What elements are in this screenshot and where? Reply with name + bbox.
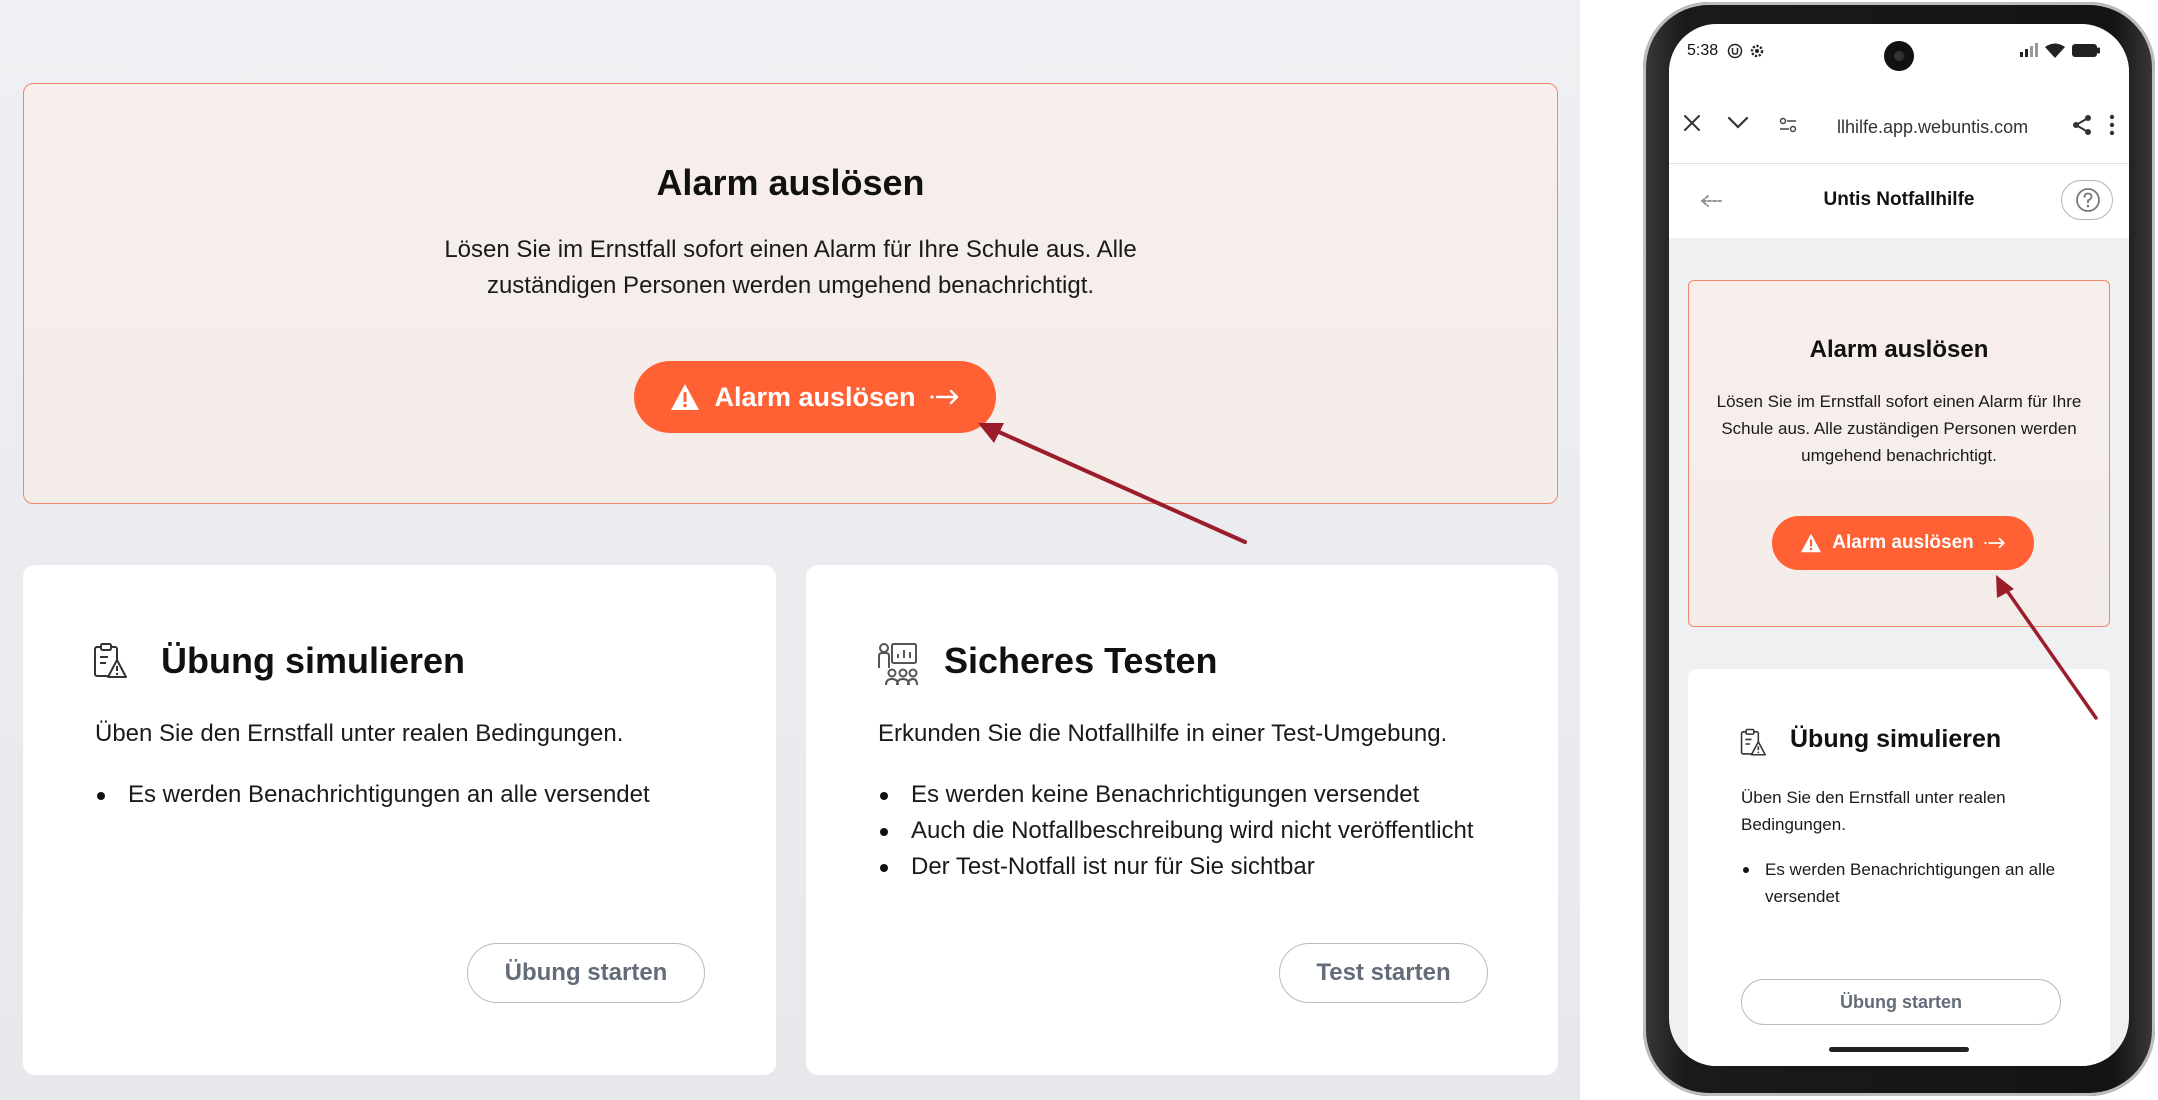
list-item: Auch die Notfallbeschreibung wird nicht …: [878, 813, 1474, 849]
status-bar: 5:38: [1669, 24, 2129, 76]
arrow-right-icon: [1984, 537, 2005, 549]
signal-icon: [2020, 43, 2038, 57]
mobile-simulate-title: Übung simulieren: [1790, 725, 2002, 753]
app-notification-icon: [1727, 43, 1743, 59]
start-exercise-button[interactable]: Übung starten: [467, 943, 705, 1003]
desktop-view: Alarm auslösen Lösen Sie im Ernstfall so…: [0, 0, 1580, 1100]
site-settings-icon[interactable]: [1779, 117, 1797, 133]
list-item: Es werden keine Benachrichtigungen verse…: [878, 777, 1474, 813]
warning-icon: [671, 384, 700, 410]
alarm-card: Alarm auslösen Lösen Sie im Ernstfall so…: [23, 83, 1558, 504]
list-item: Der Test-Notfall ist nur für Sie sichtba…: [878, 849, 1474, 885]
warning-icon: [1801, 533, 1822, 553]
battery-icon: [2072, 44, 2100, 57]
mobile-alarm-card: Alarm auslösen Lösen Sie im Ernstfall so…: [1688, 280, 2110, 627]
mobile-start-exercise-button[interactable]: Übung starten: [1741, 979, 2061, 1025]
clipboard-warning-icon: [1740, 728, 1766, 756]
mobile-alarm-trigger-button[interactable]: Alarm auslösen: [1772, 516, 2034, 570]
mobile-simulate-bullet-list: Es werden Benachrichtigungen an alle ver…: [1741, 856, 2071, 910]
test-description: Erkunden Sie die Notfallhilfe in einer T…: [878, 720, 1448, 747]
phone-frame: 5:38 llhilfe.app.webuntis.com Untis Notf…: [1643, 2, 2155, 1096]
list-item: Es werden Benachrichtigungen an alle ver…: [95, 777, 650, 813]
phone-screen: 5:38 llhilfe.app.webuntis.com Untis Notf…: [1669, 24, 2129, 1066]
app-title: Untis Notfallhilfe: [1823, 189, 1975, 210]
alarm-description: Lösen Sie im Ernstfall sofort einen Alar…: [444, 236, 1137, 299]
chevron-down-icon[interactable]: [1727, 116, 1749, 130]
start-test-button[interactable]: Test starten: [1279, 943, 1488, 1003]
front-camera: [1884, 41, 1914, 71]
simulate-card: Übung simulieren Üben Sie den Ernstfall …: [23, 565, 776, 1075]
simulate-bullet-list: Es werden Benachrichtigungen an alle ver…: [95, 777, 650, 813]
url-text[interactable]: llhilfe.app.webuntis.com: [1837, 117, 2028, 138]
share-icon[interactable]: [2071, 114, 2093, 136]
presentation-people-icon: [878, 643, 918, 686]
browser-toolbar: llhilfe.app.webuntis.com: [1669, 76, 2129, 164]
test-title: Sicheres Testen: [944, 640, 1218, 681]
mobile-alarm-trigger-label: Alarm auslösen: [1832, 532, 1974, 553]
alarm-trigger-label: Alarm auslösen: [714, 381, 916, 412]
help-icon: [2076, 188, 2100, 212]
alarm-title: Alarm auslösen: [656, 162, 925, 203]
mobile-alarm-description: Lösen Sie im Ernstfall sofort einen Alar…: [1716, 392, 2082, 465]
test-bullet-list: Es werden keine Benachrichtigungen verse…: [878, 777, 1474, 885]
simulate-description: Üben Sie den Ernstfall unter realen Bedi…: [95, 720, 624, 747]
more-options-icon[interactable]: [2109, 114, 2115, 136]
alarm-trigger-button[interactable]: Alarm auslösen: [634, 361, 996, 433]
clipboard-warning-icon: [94, 643, 127, 678]
list-item: Es werden Benachrichtigungen an alle ver…: [1741, 856, 2071, 910]
close-icon[interactable]: [1683, 114, 1701, 132]
settings-icon: [1750, 44, 1764, 58]
mobile-simulate-description: Üben Sie den Ernstfall unter realen Bedi…: [1741, 788, 2006, 834]
test-card: Sicheres Testen Erkunden Sie die Notfall…: [806, 565, 1558, 1075]
wifi-icon: [2045, 43, 2065, 58]
arrow-right-icon: [929, 389, 958, 405]
status-time: 5:38: [1687, 42, 1719, 59]
mobile-alarm-title: Alarm auslösen: [1809, 336, 1989, 363]
help-button[interactable]: [2061, 180, 2113, 220]
simulate-title: Übung simulieren: [161, 640, 466, 681]
mobile-simulate-card: Übung simulieren Üben Sie den Ernstfall …: [1688, 669, 2110, 1066]
app-header: Untis Notfallhilfe: [1669, 164, 2129, 238]
home-indicator: [1829, 1047, 1969, 1052]
